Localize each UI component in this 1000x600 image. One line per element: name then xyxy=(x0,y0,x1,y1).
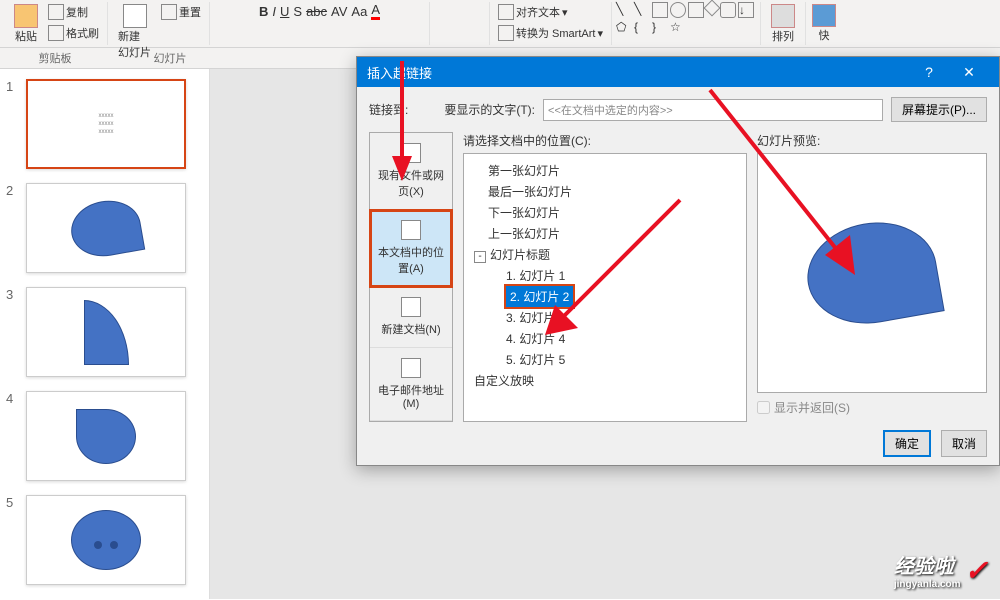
align-text-button[interactable]: 对齐文本▾ xyxy=(494,2,607,22)
format-painter-button[interactable]: 格式刷 xyxy=(44,23,103,43)
slide-item-2[interactable]: 2 xyxy=(6,183,203,273)
email-icon xyxy=(401,358,421,378)
paste-label: 粘贴 xyxy=(15,28,37,44)
tree-slide-4[interactable]: 4. 幻灯片 4 xyxy=(470,328,740,349)
dialog-close-button[interactable]: ✕ xyxy=(949,57,989,87)
drop-shape xyxy=(76,409,136,464)
strike-button[interactable]: abc xyxy=(306,4,327,19)
smartart-button[interactable]: 转换为 SmartArt▾ xyxy=(494,23,607,43)
paste-button[interactable]: 粘贴 xyxy=(8,2,44,46)
show-return-checkbox xyxy=(757,401,770,414)
slide-preview xyxy=(757,153,987,393)
slide-number: 4 xyxy=(6,391,20,481)
case-button[interactable]: Aa xyxy=(351,4,367,19)
face-shape xyxy=(71,510,141,570)
slide-number: 3 xyxy=(6,287,20,377)
tree-prev-slide[interactable]: 上一张幻灯片 xyxy=(470,223,740,244)
check-icon: ✓ xyxy=(965,554,988,587)
reset-button[interactable]: 重置 xyxy=(157,2,205,22)
dialog-body: 链接到: 要显示的文字(T): 屏幕提示(P)... 现有文件或网页(X) 本文… xyxy=(357,87,999,467)
ribbon-group-arrange: 排列 xyxy=(761,2,806,45)
font-color-button[interactable]: A xyxy=(371,2,380,20)
globe-icon xyxy=(401,143,421,163)
screentip-button[interactable]: 屏幕提示(P)... xyxy=(891,97,987,122)
tab-email-address[interactable]: 电子邮件地址(M) xyxy=(370,348,452,421)
place-tree[interactable]: 第一张幻灯片 最后一张幻灯片 下一张幻灯片 上一张幻灯片 -幻灯片标题 1. 幻… xyxy=(463,153,747,422)
section-slides-label: 幻灯片 xyxy=(110,48,230,68)
tree-slide-1[interactable]: 1. 幻灯片 1 xyxy=(470,265,740,286)
reset-icon xyxy=(161,4,177,20)
preview-label: 幻灯片预览: xyxy=(757,132,987,149)
ribbon-group-paragraph xyxy=(430,2,490,45)
slide-thumb-3[interactable] xyxy=(26,287,186,377)
tab-existing-file[interactable]: 现有文件或网页(X) xyxy=(370,133,452,210)
ribbon-group-slides: 新建 幻灯片 重置 xyxy=(108,2,210,45)
copy-icon xyxy=(48,4,64,20)
link-to-label: 链接到: xyxy=(369,101,408,118)
watermark: 经验啦 jingyanla.com ✓ xyxy=(894,550,988,590)
tree-slide-2[interactable]: 2. 幻灯片 2 xyxy=(506,286,573,307)
copy-button[interactable]: 复制 xyxy=(44,2,103,22)
spacing-button[interactable]: AV xyxy=(331,4,347,19)
slide-number: 1 xyxy=(6,79,20,169)
pie-shape xyxy=(67,195,145,261)
display-text-input[interactable] xyxy=(543,99,883,121)
collapse-icon[interactable]: - xyxy=(474,251,486,263)
italic-button[interactable]: I xyxy=(272,4,276,19)
dialog-titlebar[interactable]: 插入超链接 ? ✕ xyxy=(357,57,999,87)
ribbon-group-clipboard: 粘贴 复制 格式刷 xyxy=(4,2,108,45)
new-slide-icon xyxy=(123,4,147,28)
arrange-icon xyxy=(771,4,795,28)
paste-icon xyxy=(14,4,38,28)
slide-item-5[interactable]: 5 xyxy=(6,495,203,585)
tree-custom-show[interactable]: 自定义放映 xyxy=(470,370,740,391)
slide-thumb-1[interactable]: xxxxx xxxxx xxxxx xyxy=(26,79,186,169)
show-return-label: 显示并返回(S) xyxy=(774,399,850,416)
ribbon-group-font: B I U S abc AV Aa A xyxy=(210,2,430,45)
brush-icon xyxy=(48,25,64,41)
shadow-button[interactable]: S xyxy=(293,4,302,19)
smartart-icon xyxy=(498,25,514,41)
insert-hyperlink-dialog: 插入超链接 ? ✕ 链接到: 要显示的文字(T): 屏幕提示(P)... 现有文… xyxy=(356,56,1000,466)
dialog-title-text: 插入超链接 xyxy=(367,63,432,82)
position-label: 请选择文档中的位置(C): xyxy=(463,132,747,149)
slide-item-3[interactable]: 3 xyxy=(6,287,203,377)
half-shape xyxy=(84,300,129,365)
slide-item-1[interactable]: 1 xxxxx xxxxx xxxxx xyxy=(6,79,203,169)
bold-button[interactable]: B xyxy=(259,4,268,19)
slide-number: 5 xyxy=(6,495,20,585)
new-doc-icon xyxy=(401,297,421,317)
underline-button[interactable]: U xyxy=(280,4,289,19)
align-icon xyxy=(498,4,514,20)
quick-icon xyxy=(812,4,836,27)
slide-thumb-4[interactable] xyxy=(26,391,186,481)
tab-place-in-doc[interactable]: 本文档中的位置(A) xyxy=(370,210,452,287)
arrange-button[interactable]: 排列 xyxy=(765,2,801,46)
slide-thumb-2[interactable] xyxy=(26,183,186,273)
preview-pie-shape xyxy=(799,212,944,333)
slide-panel[interactable]: 1 xxxxx xxxxx xxxxx 2 3 4 5 xyxy=(0,69,210,599)
tree-slide-5[interactable]: 5. 幻灯片 5 xyxy=(470,349,740,370)
tree-last-slide[interactable]: 最后一张幻灯片 xyxy=(470,181,740,202)
tree-first-slide[interactable]: 第一张幻灯片 xyxy=(470,160,740,181)
tree-slide-3[interactable]: 3. 幻灯片 3 xyxy=(470,307,740,328)
slide-number: 2 xyxy=(6,183,20,273)
ok-button[interactable]: 确定 xyxy=(883,430,931,457)
dialog-help-button[interactable]: ? xyxy=(909,57,949,87)
slide-thumb-5[interactable] xyxy=(26,495,186,585)
ribbon-group-textalign: 对齐文本▾ 转换为 SmartArt▾ xyxy=(490,2,612,45)
cancel-button[interactable]: 取消 xyxy=(941,430,987,457)
tree-next-slide[interactable]: 下一张幻灯片 xyxy=(470,202,740,223)
link-to-tabs: 现有文件或网页(X) 本文档中的位置(A) 新建文档(N) 电子邮件地址(M) xyxy=(369,132,453,422)
tree-slide-titles[interactable]: -幻灯片标题 xyxy=(470,244,740,265)
display-text-label: 要显示的文字(T): xyxy=(444,101,535,118)
ribbon-group-shapes: ╲╲ ↓ ⬠{ }☆ xyxy=(612,2,761,45)
section-clipboard-label: 剪贴板 xyxy=(0,48,110,68)
quick-button[interactable]: 快 xyxy=(806,2,842,45)
document-icon xyxy=(401,220,421,240)
slide-item-4[interactable]: 4 xyxy=(6,391,203,481)
ribbon: 粘贴 复制 格式刷 新建 幻灯片 重置 B I U S abc AV A xyxy=(0,0,1000,48)
tab-new-document[interactable]: 新建文档(N) xyxy=(370,287,452,348)
